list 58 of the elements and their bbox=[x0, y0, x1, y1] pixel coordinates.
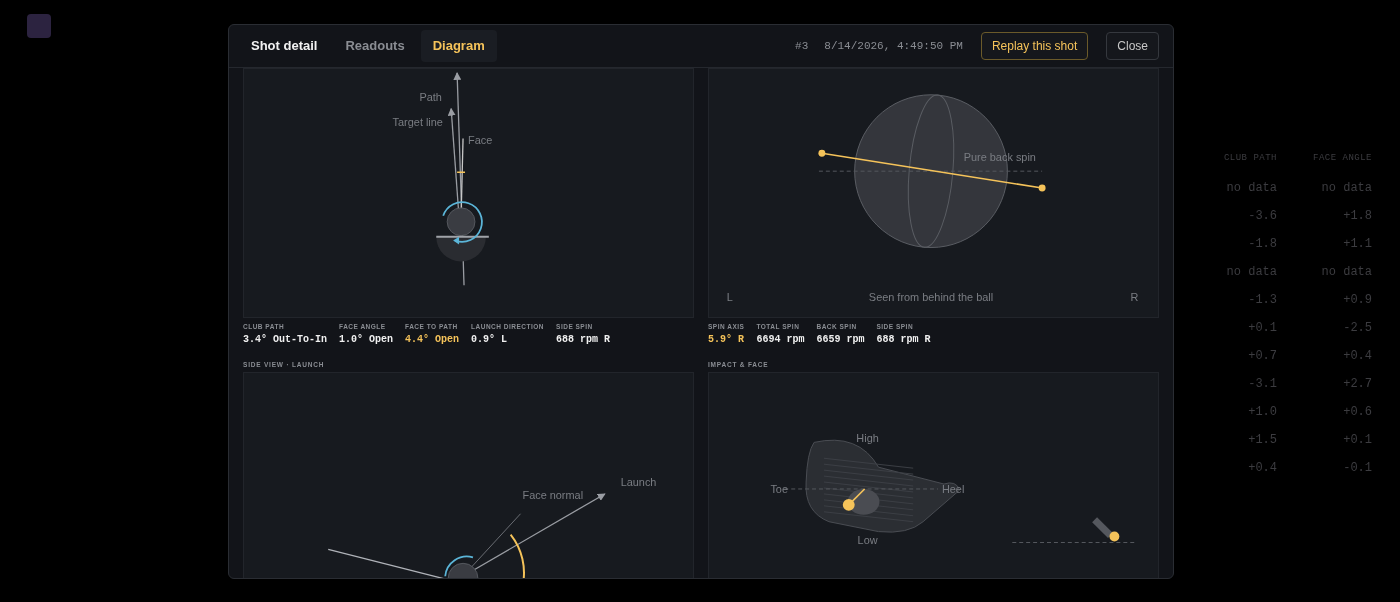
table-cell-text: -1.3 bbox=[1247, 292, 1277, 309]
table-cell-text: -3.6 bbox=[1247, 208, 1277, 225]
column-header: FACE ANGLE bbox=[1312, 152, 1372, 165]
table-cell-text: +0.7 bbox=[1247, 348, 1277, 365]
readout-value: 6659 rpm bbox=[816, 332, 865, 347]
table-cell-text: +1.0 bbox=[1247, 404, 1277, 421]
table-cell-text: +0.6 bbox=[1342, 404, 1372, 421]
diagram-label: L bbox=[726, 291, 733, 304]
impact-point-drawing bbox=[842, 488, 866, 511]
diagram-label: R bbox=[1130, 291, 1139, 304]
diagram-label: Path bbox=[419, 90, 442, 103]
table-cell-text: -0.1 bbox=[1342, 460, 1372, 477]
readout-value: 6694 rpm bbox=[756, 332, 805, 347]
diagram-label: Toe bbox=[770, 482, 788, 495]
club-drawing bbox=[1092, 517, 1120, 542]
readout-value: 1.0° Open bbox=[339, 332, 394, 347]
table-cell-text: +0.4 bbox=[1342, 348, 1372, 365]
table-cell-text: +0.4 bbox=[1247, 460, 1277, 477]
diagram-label: Pure back spin bbox=[963, 151, 1036, 164]
table-cell-text: no data bbox=[1320, 264, 1372, 281]
readout-value: 3.4° Out-To-In bbox=[243, 332, 327, 347]
diagram-label: Launch bbox=[620, 476, 657, 488]
table-cell-text: +1.5 bbox=[1247, 432, 1277, 449]
table-cell-text: -1.8 bbox=[1247, 236, 1277, 253]
ball-drawing bbox=[447, 562, 479, 578]
diagram-label: Heel bbox=[941, 482, 965, 495]
diagram-label: High bbox=[856, 432, 879, 445]
readout-value: 4.4° Open bbox=[405, 332, 460, 347]
avatar bbox=[27, 14, 51, 38]
diagram-label: Face bbox=[468, 134, 493, 147]
table-cell-text: no data bbox=[1320, 180, 1372, 197]
close-button[interactable]: Close bbox=[1106, 32, 1159, 60]
table-cell-text: -2.5 bbox=[1342, 320, 1372, 337]
tab[interactable]: Diagram bbox=[420, 30, 497, 62]
table-cell-text: +0.1 bbox=[1247, 320, 1277, 337]
table-cell-text: +1.1 bbox=[1342, 236, 1372, 253]
readout-value: 0.9° L bbox=[471, 332, 509, 347]
diagram-label: Target line bbox=[392, 115, 443, 128]
diagram-label: Seen from behind the ball bbox=[868, 291, 994, 304]
diagram-label: Low bbox=[857, 534, 878, 547]
table-cell-text: +2.7 bbox=[1342, 376, 1372, 393]
readout-value: 688 rpm R bbox=[876, 332, 931, 347]
table-cell-text: +0.1 bbox=[1342, 432, 1372, 449]
ball-drawing bbox=[435, 201, 490, 262]
launch-angle-arc bbox=[509, 533, 525, 578]
table-cell-text: no data bbox=[1225, 180, 1277, 197]
table-cell-text: no data bbox=[1225, 264, 1277, 281]
shot-number: #3 bbox=[795, 39, 809, 52]
diagram-label: Face normal bbox=[522, 488, 584, 501]
table-cell-text: +0.9 bbox=[1342, 292, 1372, 309]
readout-value: 688 rpm R bbox=[556, 332, 611, 347]
dialog-title: Shot detail bbox=[250, 37, 319, 56]
timestamp: 8/14/2026, 4:49:50 PM bbox=[824, 39, 963, 52]
readout-value: 5.9° R bbox=[708, 332, 745, 347]
table-cell-text: +1.8 bbox=[1342, 208, 1372, 225]
replay-button[interactable]: Replay this shot bbox=[980, 32, 1089, 60]
tab[interactable]: Readouts bbox=[333, 30, 417, 62]
table-cell-text: -3.1 bbox=[1247, 376, 1277, 393]
